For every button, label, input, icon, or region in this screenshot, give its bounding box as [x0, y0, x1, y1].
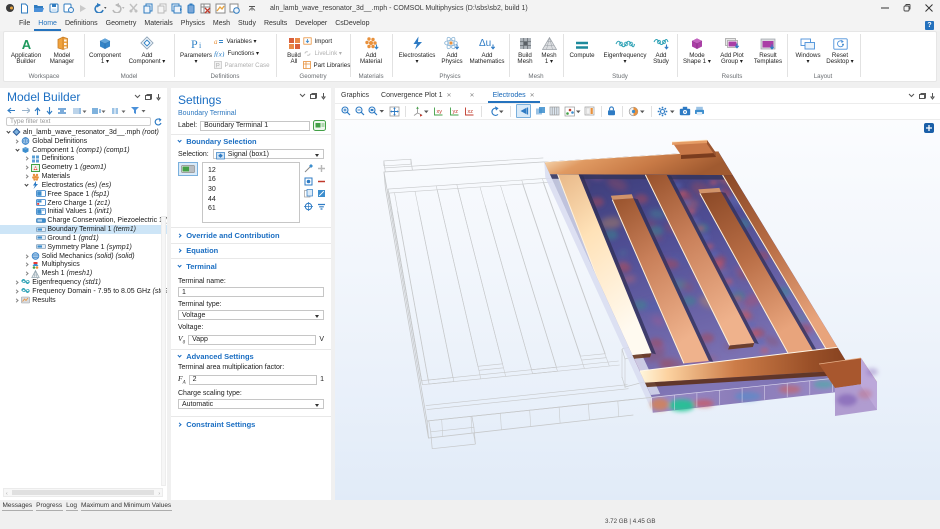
- svg-text:i: i: [199, 41, 202, 50]
- svg-text:A: A: [21, 37, 31, 50]
- svg-text:P: P: [191, 37, 198, 50]
- svg-text:a: a: [214, 38, 218, 45]
- svg-text:xz: xz: [468, 109, 474, 115]
- svg-text:P: P: [216, 63, 220, 69]
- svg-text:xy: xy: [437, 109, 443, 115]
- svg-text:Δu: Δu: [479, 38, 491, 49]
- svg-text:yz: yz: [452, 109, 458, 115]
- svg-text:f(x): f(x): [214, 50, 225, 57]
